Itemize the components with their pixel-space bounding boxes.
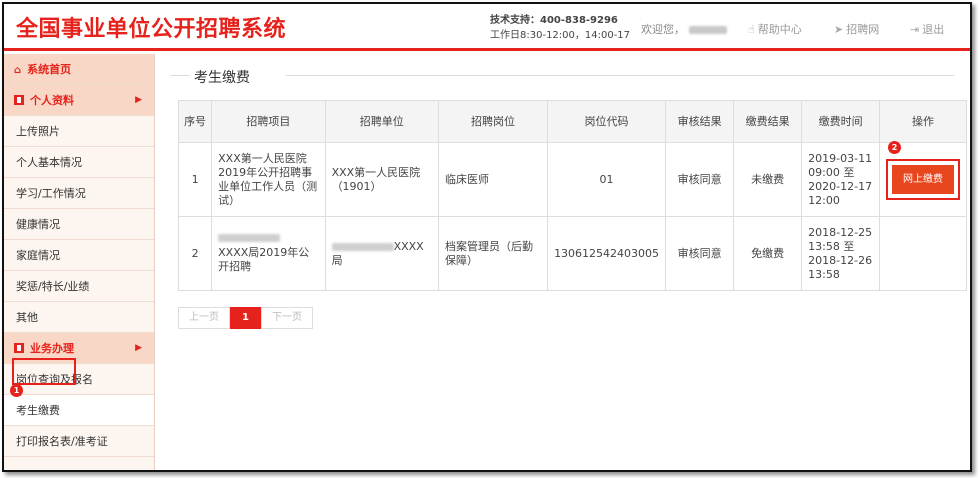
logout-link[interactable]: ⇥ 退出 bbox=[910, 21, 944, 37]
cell-code: 01 bbox=[547, 142, 667, 217]
col-header-payment: 缴费结果 bbox=[733, 100, 803, 143]
cell-code: 130612542403005 bbox=[547, 216, 667, 291]
sidebar-item-other[interactable]: 其他 bbox=[4, 302, 154, 333]
cell-unit: XXXX 局 bbox=[324, 216, 440, 291]
sidebar-item-upload-photo[interactable]: 上传照片 bbox=[4, 116, 154, 147]
col-header-no: 序号 bbox=[177, 100, 213, 143]
main-content: 考生缴费 序号 招聘项目 招聘单位 招聘岗位 岗位代码 审核结果 缴费结果 缴费… bbox=[156, 54, 970, 470]
annotation-highlight-payment bbox=[12, 358, 76, 385]
annotation-highlight-pay: 网上缴费 bbox=[885, 159, 960, 200]
welcome-label: 欢迎您， bbox=[641, 23, 685, 36]
col-header-audit: 审核结果 bbox=[665, 100, 735, 143]
cell-no: 1 bbox=[177, 142, 213, 217]
pagination: 上一页 1 下一页 bbox=[178, 307, 313, 329]
table-header-row: 序号 招聘项目 招聘单位 招聘岗位 岗位代码 审核结果 缴费结果 缴费时间 操作 bbox=[177, 100, 968, 143]
title-divider-left bbox=[170, 75, 190, 76]
support-info: 技术支持：400-838-9296 工作日8:30-12:00，14:00-17 bbox=[490, 13, 630, 43]
cell-time: 2019-03-11 09:00 至 2020-12-17 12:00 bbox=[801, 142, 880, 217]
cell-unit-visible: XXXX bbox=[393, 239, 424, 253]
logout-icon: ⇥ bbox=[910, 23, 920, 36]
welcome-text: 欢迎您， bbox=[641, 21, 727, 37]
annotation-badge-2: 2 bbox=[887, 141, 901, 154]
cell-no: 2 bbox=[177, 216, 213, 291]
prev-page-button[interactable]: 上一页 bbox=[178, 307, 230, 329]
col-header-project: 招聘项目 bbox=[211, 100, 326, 143]
cell-project: XXXX局2019年公开招聘 bbox=[211, 216, 326, 291]
logout-label: 退出 bbox=[922, 23, 945, 36]
help-center-link[interactable]: ☝ 帮助中心 bbox=[748, 21, 802, 37]
online-pay-button[interactable]: 网上缴费 bbox=[891, 165, 954, 194]
col-header-time: 缴费时间 bbox=[801, 100, 880, 143]
business-icon bbox=[14, 343, 24, 353]
sidebar-section-profile[interactable]: 个人资料 ▶ bbox=[4, 85, 154, 116]
support-phone: 技术支持：400-838-9296 bbox=[490, 15, 618, 26]
cell-project-text: XXXX局2019年公开招聘 bbox=[218, 245, 310, 273]
title-divider-right bbox=[286, 75, 954, 76]
cell-unit: XXX第一人民医院（1901） bbox=[324, 142, 440, 217]
support-hours: 工作日8:30-12:00，14:00-17 bbox=[490, 30, 631, 41]
send-icon: ➤ bbox=[834, 23, 844, 36]
profile-icon bbox=[14, 95, 24, 105]
cell-position: 档案管理员（后勤保障） bbox=[437, 216, 549, 291]
cell-action: 2 网上缴费 bbox=[878, 141, 968, 217]
col-header-unit: 招聘单位 bbox=[324, 100, 440, 143]
sidebar-item-basic-info[interactable]: 个人基本情况 bbox=[4, 147, 154, 178]
app-window: 全国事业单位公开招聘系统 技术支持：400-838-9296 工作日8:30-1… bbox=[2, 2, 972, 472]
col-header-position: 招聘岗位 bbox=[437, 100, 549, 143]
cell-time: 2018-12-25 13:58 至 2018-12-26 13:58 bbox=[801, 216, 880, 291]
cell-position: 临床医师 bbox=[437, 142, 549, 217]
caret-right-icon: ▶ bbox=[135, 95, 142, 105]
header: 全国事业单位公开招聘系统 技术支持：400-838-9296 工作日8:30-1… bbox=[4, 4, 970, 51]
col-header-action: 操作 bbox=[878, 100, 968, 143]
payment-table: 序号 招聘项目 招聘单位 招聘岗位 岗位代码 审核结果 缴费结果 缴费时间 操作… bbox=[177, 100, 968, 291]
sidebar-item-study-work[interactable]: 学习/工作情况 bbox=[4, 178, 154, 209]
home-icon: ⌂ bbox=[14, 65, 22, 76]
recruitment-site-link[interactable]: ➤ 招聘网 bbox=[834, 21, 879, 37]
sidebar-home-label: 系统首页 bbox=[27, 63, 72, 76]
cell-payment-status: 免缴费 bbox=[733, 216, 803, 291]
cell-audit: 审核同意 bbox=[665, 142, 735, 217]
blurred-text bbox=[331, 242, 394, 251]
cell-payment-status: 未缴费 bbox=[733, 142, 803, 217]
caret-right-icon: ▶ bbox=[135, 343, 142, 353]
col-header-code: 岗位代码 bbox=[547, 100, 667, 143]
sidebar-item-print-admission[interactable]: 打印报名表/准考证 bbox=[4, 426, 154, 457]
app-logo-title[interactable]: 全国事业单位公开招聘系统 bbox=[16, 11, 286, 43]
cell-project: XXX第一人民医院2019年公开招聘事业单位工作人员（测试） bbox=[211, 142, 326, 217]
hand-icon: ☝ bbox=[748, 23, 755, 36]
next-page-button[interactable]: 下一页 bbox=[260, 307, 313, 329]
table-row: 2 XXXX局2019年公开招聘 XXXX 局 档案管理员（后勤保障） 1306… bbox=[177, 216, 968, 291]
sidebar-item-health[interactable]: 健康情况 bbox=[4, 209, 154, 240]
sidebar-item-awards[interactable]: 奖惩/特长/业绩 bbox=[4, 271, 154, 302]
blurred-text bbox=[218, 233, 281, 242]
sidebar-section-business-label: 业务办理 bbox=[30, 342, 74, 355]
page-title: 考生缴费 bbox=[194, 70, 250, 86]
page-1-button[interactable]: 1 bbox=[230, 307, 261, 329]
blurred-username bbox=[689, 26, 727, 34]
sidebar-item-exam-payment[interactable]: 考生缴费 bbox=[4, 395, 154, 426]
cell-action bbox=[878, 216, 968, 291]
sidebar: ⌂ 系统首页 个人资料 ▶ 上传照片 个人基本情况 学习/工作情况 健康情况 家庭… bbox=[4, 54, 155, 470]
table-row: 1 XXX第一人民医院2019年公开招聘事业单位工作人员（测试） XXX第一人民… bbox=[177, 141, 968, 217]
annotation-badge-1: 1 bbox=[10, 384, 23, 397]
cell-audit: 审核同意 bbox=[665, 216, 735, 291]
cell-unit-suffix: 局 bbox=[331, 253, 343, 267]
sidebar-home[interactable]: ⌂ 系统首页 bbox=[4, 54, 154, 85]
recruitment-site-label: 招聘网 bbox=[846, 23, 880, 36]
sidebar-section-profile-label: 个人资料 bbox=[30, 94, 74, 107]
help-center-label: 帮助中心 bbox=[757, 23, 802, 36]
sidebar-item-family[interactable]: 家庭情况 bbox=[4, 240, 154, 271]
